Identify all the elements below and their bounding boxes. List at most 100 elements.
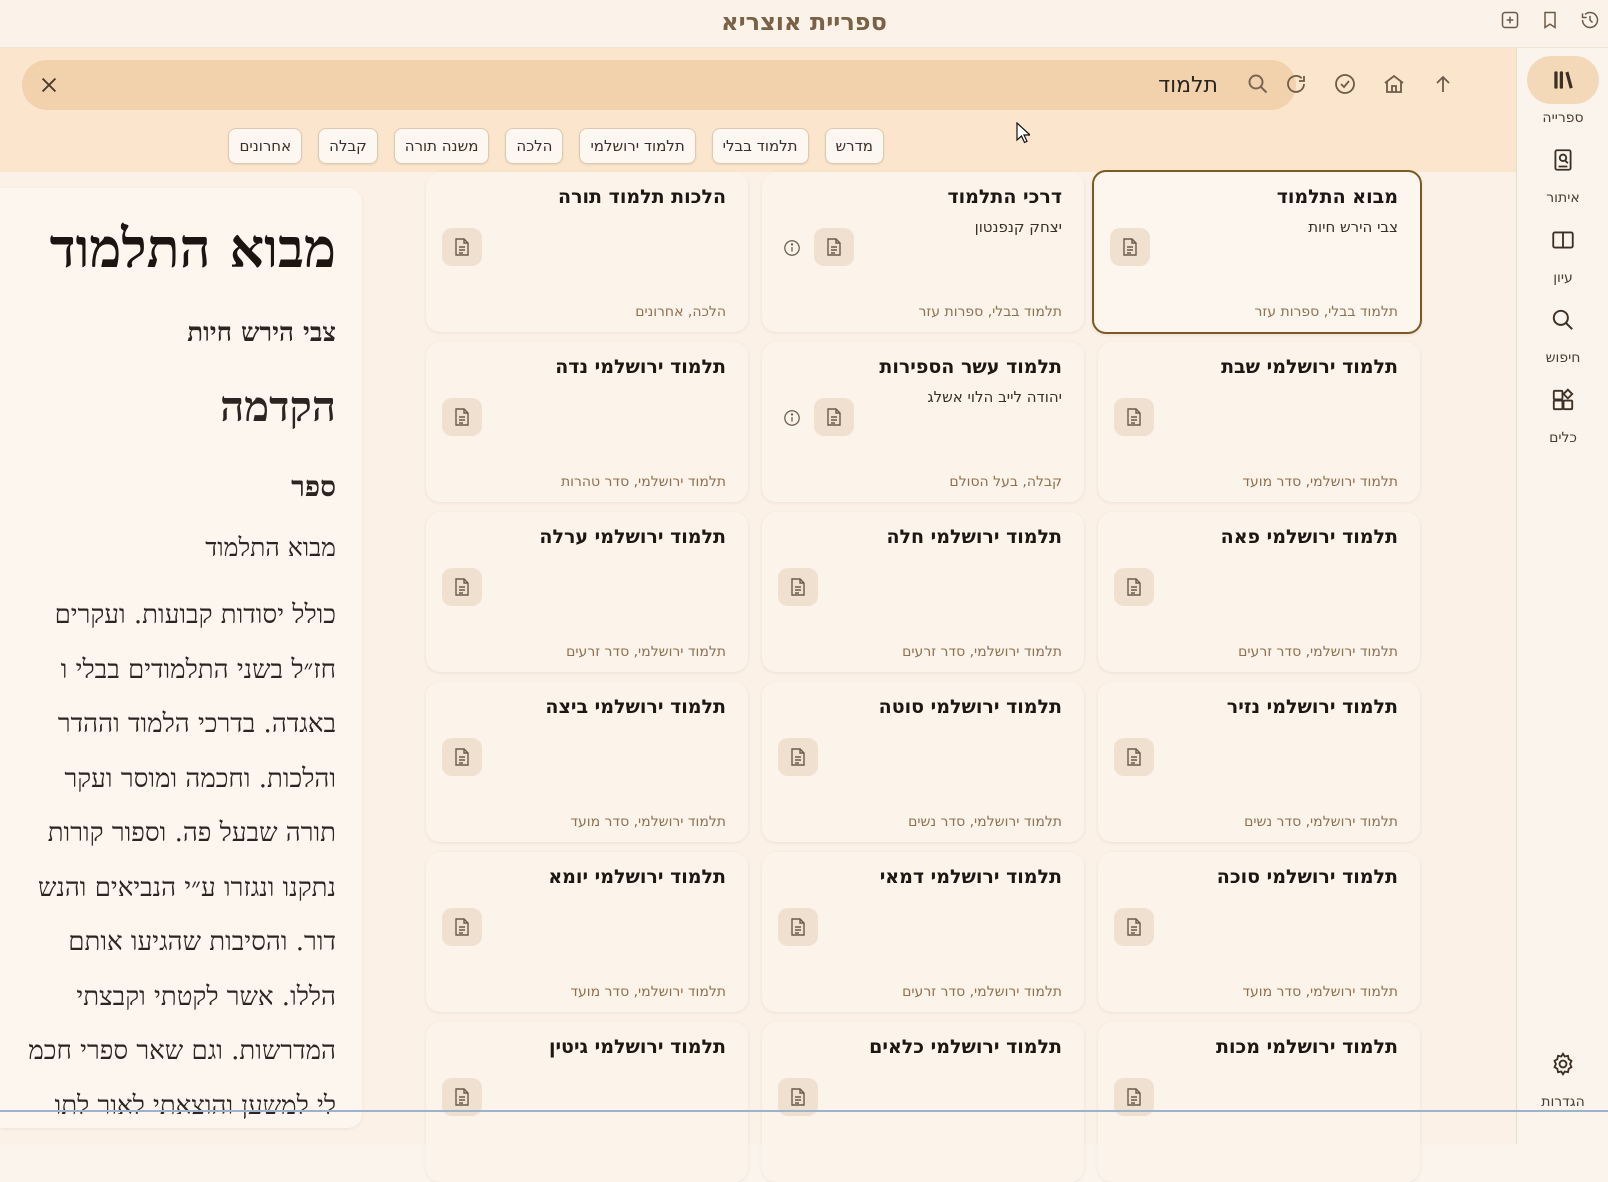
home-button[interactable] (1376, 66, 1412, 102)
rail-label: עיון (1553, 270, 1573, 286)
rail-item-tools[interactable]: כלים (1517, 376, 1608, 446)
preview-line: נתקנו ונגזרו ע״י הנביאים והנש (37, 872, 336, 903)
rail-item-library[interactable]: ספרייה (1517, 56, 1608, 126)
window-bottom-edge (0, 1110, 1608, 1112)
book-open-icon (1527, 216, 1599, 264)
book-card[interactable]: תלמוד ירושלמי דמאי תלמוד ירושלמי, סדר זרע… (762, 852, 1084, 1012)
rail-label: הגדרות (1541, 1094, 1585, 1110)
book-card-categories: תלמוד בבלי, ספרות עזר (1254, 304, 1398, 320)
book-card-title: תלמוד ירושלמי ערלה (539, 526, 726, 548)
book-card-categories: תלמוד ירושלמי, סדר זרעים (566, 644, 726, 660)
title-bar: ספריית אוצריא (0, 0, 1608, 48)
book-card[interactable]: תלמוד ירושלמי חלה תלמוד ירושלמי, סדר זרעי… (762, 512, 1084, 672)
document-icon[interactable] (814, 228, 854, 266)
preview-line: חז״ל בשני התלמודים בבלי ו (60, 654, 336, 685)
chip-recent[interactable]: אחרונים (228, 128, 303, 164)
up-button[interactable] (1425, 66, 1461, 102)
book-card-title: תלמוד ירושלמי חלה (886, 526, 1062, 548)
book-card-categories: תלמוד ירושלמי, סדר מועד (570, 814, 726, 830)
book-card[interactable]: תלמוד ירושלמי גיטין (426, 1022, 748, 1182)
document-icon[interactable] (442, 738, 482, 776)
book-card-categories: תלמוד ירושלמי, סדר מועד (1242, 984, 1398, 1000)
new-tab-icon[interactable] (1498, 8, 1522, 32)
book-card[interactable]: תלמוד ירושלמי יומא תלמוד ירושלמי, סדר מוע… (426, 852, 748, 1012)
preview-line: תורה שבעל פה. וספור קורות (47, 818, 336, 848)
history-icon[interactable] (1578, 8, 1602, 32)
main-area: אחרונים קבלה משנה תורה הלכה תלמוד ירושלמ… (0, 48, 1516, 1182)
book-card[interactable]: תלמוד ירושלמי סוטה תלמוד ירושלמי, סדר נשי… (762, 682, 1084, 842)
book-card-categories: תלמוד ירושלמי, סדר מועד (1242, 474, 1398, 490)
document-icon[interactable] (442, 228, 482, 266)
book-card[interactable]: תלמוד עשר הספירות יהודה לייב הלוי אשלג קבל… (762, 342, 1084, 502)
book-card-title: מבוא התלמוד (1276, 186, 1398, 208)
book-card[interactable]: תלמוד ירושלמי סוכה תלמוד ירושלמי, סדר מוע… (1098, 852, 1420, 1012)
book-card-title: תלמוד ירושלמי ביצה (545, 696, 726, 718)
rail-item-search[interactable]: חיפוש (1517, 296, 1608, 366)
book-card[interactable]: תלמוד ירושלמי נדה תלמוד ירושלמי, סדר טהרו… (426, 342, 748, 502)
document-icon[interactable] (1114, 738, 1154, 776)
up-arrow-icon (1436, 75, 1450, 92)
preview-line: באגדה. בדרכי הלמוד וההדר (57, 709, 336, 739)
preview-body: כולל יסודות קבועות. ועקרים חז״ל בשני התל… (0, 588, 336, 1128)
clear-search-button[interactable] (32, 68, 66, 102)
chip-mishneh-torah[interactable]: משנה תורה (393, 128, 490, 164)
refresh-button[interactable] (1278, 66, 1314, 102)
rail-label: איתור (1546, 190, 1580, 206)
book-card[interactable]: תלמוד ירושלמי ערלה תלמוד ירושלמי, סדר זרע… (426, 512, 748, 672)
document-icon[interactable] (1114, 568, 1154, 606)
book-preview[interactable]: מבוא התלמוד צבי הירש חיות הקדמה ספר מבוא… (0, 188, 362, 1128)
rail-item-settings[interactable]: הגדרות (1517, 1040, 1608, 1110)
info-icon[interactable] (778, 234, 806, 262)
document-icon[interactable] (778, 568, 818, 606)
document-icon[interactable] (778, 738, 818, 776)
book-card[interactable]: תלמוד ירושלמי שבת תלמוד ירושלמי, סדר מועד (1098, 342, 1420, 502)
chip-halacha[interactable]: הלכה (505, 128, 564, 164)
book-card-title: תלמוד ירושלמי כלאים (869, 1036, 1062, 1058)
book-card[interactable]: תלמוד ירושלמי ביצה תלמוד ירושלמי, סדר מוע… (426, 682, 748, 842)
book-card-title: תלמוד ירושלמי דמאי (879, 866, 1062, 888)
rail-item-find[interactable]: איתור (1517, 136, 1608, 206)
search-bar (22, 60, 1296, 110)
document-icon[interactable] (1110, 228, 1150, 266)
book-card[interactable]: מבוא התלמוד צבי הירש חיות תלמוד בבלי, ספרו… (1092, 170, 1422, 334)
chip-kabbalah[interactable]: קבלה (318, 128, 378, 164)
select-button[interactable] (1327, 66, 1363, 102)
nav-rail: ספרייה איתור עיון חיפוש כלים הגדרות (1516, 48, 1608, 1144)
document-icon[interactable] (442, 398, 482, 436)
info-icon[interactable] (778, 404, 806, 432)
document-icon[interactable] (442, 568, 482, 606)
preview-line: כולל יסודות קבועות. ועקרים (54, 600, 336, 630)
chip-bavli[interactable]: תלמוד בבלי (711, 128, 809, 164)
document-icon[interactable] (814, 398, 854, 436)
book-card-author: יהודה לייב הלוי אשלג (927, 388, 1062, 406)
book-card-categories: תלמוד ירושלמי, סדר טהרות (560, 474, 726, 490)
document-icon[interactable] (1114, 908, 1154, 946)
chip-yerushalmi[interactable]: תלמוד ירושלמי (579, 128, 696, 164)
document-icon[interactable] (1114, 398, 1154, 436)
book-card[interactable]: תלמוד ירושלמי מכות (1098, 1022, 1420, 1182)
book-card-title: תלמוד ירושלמי יומא (548, 866, 726, 888)
book-card-categories: תלמוד ירושלמי, סדר זרעים (1238, 644, 1398, 660)
book-card[interactable]: תלמוד ירושלמי נזיר תלמוד ירושלמי, סדר נשי… (1098, 682, 1420, 842)
preview-line: לי למשען והוצאתי לאור לתו (54, 1090, 336, 1121)
rail-item-study[interactable]: עיון (1517, 216, 1608, 286)
book-card-categories: תלמוד ירושלמי, סדר זרעים (902, 984, 1062, 1000)
book-card-title: תלמוד ירושלמי סוטה (878, 696, 1062, 718)
app-title: ספריית אוצריא (721, 8, 887, 36)
search-icon (1527, 296, 1599, 344)
book-card-title: תלמוד עשר הספירות (879, 356, 1062, 378)
book-card[interactable]: הלכות תלמוד תורה הלכה, אחרונים (426, 172, 748, 332)
document-icon[interactable] (778, 908, 818, 946)
search-input[interactable] (518, 68, 1218, 102)
preview-author: צבי הירש חיות (187, 318, 336, 348)
book-card[interactable]: תלמוד ירושלמי כלאים (762, 1022, 1084, 1182)
book-card[interactable]: תלמוד ירושלמי פאה תלמוד ירושלמי, סדר זרעי… (1098, 512, 1420, 672)
chip-midrash[interactable]: מדרש (824, 128, 884, 164)
book-card-title: תלמוד ירושלמי נדה (555, 356, 726, 378)
preview-line: המדרשות. וגם שאר ספרי חכמ (28, 1036, 336, 1066)
book-card-title: דרכי התלמוד (947, 186, 1062, 208)
bookmark-icon[interactable] (1538, 8, 1562, 32)
book-card[interactable]: דרכי התלמוד יצחק קנפנטון תלמוד בבלי, ספרות… (762, 172, 1084, 332)
preview-line: הללו. אשר לקטתי וקבצתי (76, 981, 336, 1012)
document-icon[interactable] (442, 908, 482, 946)
